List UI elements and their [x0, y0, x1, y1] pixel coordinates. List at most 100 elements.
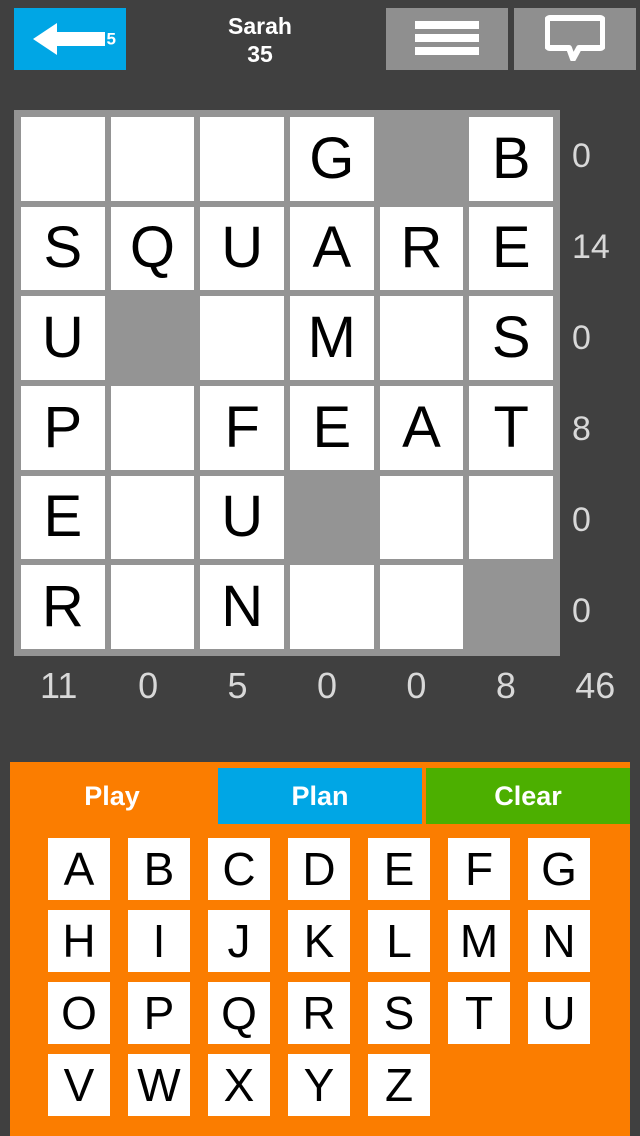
key-l[interactable]: L [368, 910, 430, 972]
column-score: 0 [138, 665, 159, 706]
key-y[interactable]: Y [288, 1054, 350, 1116]
key-f[interactable]: F [448, 838, 510, 900]
grid-cell[interactable] [469, 475, 553, 560]
grid-cell[interactable]: R [21, 565, 105, 649]
grid-cell[interactable] [110, 475, 195, 560]
key-n[interactable]: N [528, 910, 590, 972]
key-k[interactable]: K [288, 910, 350, 972]
column-score: 11 [40, 665, 78, 706]
letter-grid-frame: GBSQUAREUMSPFEATEURN [14, 110, 560, 656]
player-name: Sarah [228, 13, 292, 40]
grid-cell[interactable]: B [469, 117, 553, 201]
grid-cell[interactable] [110, 385, 195, 470]
column-score: 0 [406, 665, 427, 706]
back-button[interactable]: 5 [14, 8, 126, 70]
player-score: 35 [247, 40, 273, 67]
row-score: 0 [572, 591, 591, 630]
key-j[interactable]: J [208, 910, 270, 972]
grid-cell[interactable]: T [469, 385, 553, 470]
menu-button[interactable] [386, 8, 508, 70]
row-scores-column: 0 14 0 8 0 0 [566, 110, 640, 656]
column-score: 0 [316, 665, 337, 706]
grid-cell[interactable]: E [469, 206, 553, 291]
grid-cell[interactable] [379, 475, 464, 560]
grid-cell[interactable]: A [379, 385, 464, 470]
grid-cell[interactable]: M [289, 296, 374, 380]
grid-cell[interactable] [110, 565, 195, 649]
key-e[interactable]: E [368, 838, 430, 900]
key-a[interactable]: A [48, 838, 110, 900]
chat-bubble-icon [544, 14, 606, 64]
play-button[interactable]: Play [10, 768, 214, 824]
grid-cell[interactable] [289, 565, 374, 649]
grid-cell[interactable]: E [289, 385, 374, 470]
grid-cell-blocked [379, 117, 464, 201]
grid-cell[interactable]: N [200, 565, 284, 649]
key-z[interactable]: Z [368, 1054, 430, 1116]
grid-cell-blocked [469, 565, 553, 649]
grid-cell[interactable]: F [200, 385, 284, 470]
player-info: Sarah 35 [140, 8, 380, 72]
key-v[interactable]: V [48, 1054, 110, 1116]
keyboard-row: VWXYZ [48, 1054, 610, 1116]
key-p[interactable]: P [128, 982, 190, 1044]
key-g[interactable]: G [528, 838, 590, 900]
grid-cell[interactable] [110, 117, 195, 201]
grid-cell[interactable]: A [289, 206, 374, 291]
column-score: 5 [227, 665, 248, 706]
keyboard-row: OPQRSTU [48, 982, 610, 1044]
plan-button[interactable]: Plan [218, 768, 422, 824]
key-x[interactable]: X [208, 1054, 270, 1116]
key-w[interactable]: W [128, 1054, 190, 1116]
control-panel: Play Plan Clear ABCDEFG HIJKLMN OPQRSTU VWX… [10, 762, 630, 1136]
row-score: 0 [572, 318, 591, 357]
back-button-badge: 5 [106, 29, 116, 49]
app-header: 5 Sarah 35 [0, 0, 640, 78]
key-u[interactable]: U [528, 982, 590, 1044]
key-o[interactable]: O [48, 982, 110, 1044]
row-score: 0 [572, 500, 591, 539]
clear-button[interactable]: Clear [426, 768, 630, 824]
row-score: 8 [572, 409, 591, 448]
column-score: 8 [495, 665, 516, 706]
grid-cell[interactable]: U [21, 296, 105, 380]
grid-cell[interactable] [200, 117, 284, 201]
action-buttons: Play Plan Clear [10, 768, 630, 824]
key-m[interactable]: M [448, 910, 510, 972]
board-area: GBSQUAREUMSPFEATEURN 0 14 0 8 0 0 11 0 5 0 0 8 46 [0, 78, 640, 762]
letter-keyboard: ABCDEFG HIJKLMN OPQRSTU VWXYZ [48, 838, 610, 1126]
key-c[interactable]: C [208, 838, 270, 900]
key-h[interactable]: H [48, 910, 110, 972]
hamburger-menu-icon [415, 19, 479, 60]
row-score: 0 [572, 136, 591, 175]
key-t[interactable]: T [448, 982, 510, 1044]
key-b[interactable]: B [128, 838, 190, 900]
grid-cell[interactable]: R [379, 206, 464, 291]
total-score: 46 [575, 665, 616, 706]
grid-cell[interactable]: P [21, 385, 105, 470]
letter-grid: GBSQUAREUMSPFEATEURN [21, 117, 553, 649]
grid-cell[interactable]: U [200, 475, 284, 560]
key-r[interactable]: R [288, 982, 350, 1044]
grid-cell[interactable] [379, 296, 464, 380]
key-i[interactable]: I [128, 910, 190, 972]
key-q[interactable]: Q [208, 982, 270, 1044]
grid-cell[interactable]: S [21, 206, 105, 291]
left-arrow-icon [31, 19, 109, 59]
keyboard-row: HIJKLMN [48, 910, 610, 972]
key-d[interactable]: D [288, 838, 350, 900]
column-scores-row: 11 0 5 0 0 8 46 [14, 658, 640, 714]
chat-button[interactable] [514, 8, 636, 70]
grid-cell[interactable] [379, 565, 464, 649]
grid-cell-blocked [289, 475, 374, 560]
key-s[interactable]: S [368, 982, 430, 1044]
grid-cell[interactable]: E [21, 475, 105, 560]
row-score: 14 [572, 227, 610, 266]
grid-cell[interactable]: Q [110, 206, 195, 291]
grid-cell[interactable]: S [469, 296, 553, 380]
keyboard-row: ABCDEFG [48, 838, 610, 900]
grid-cell[interactable]: G [289, 117, 374, 201]
grid-cell[interactable] [21, 117, 105, 201]
grid-cell[interactable]: U [200, 206, 284, 291]
grid-cell[interactable] [200, 296, 284, 380]
